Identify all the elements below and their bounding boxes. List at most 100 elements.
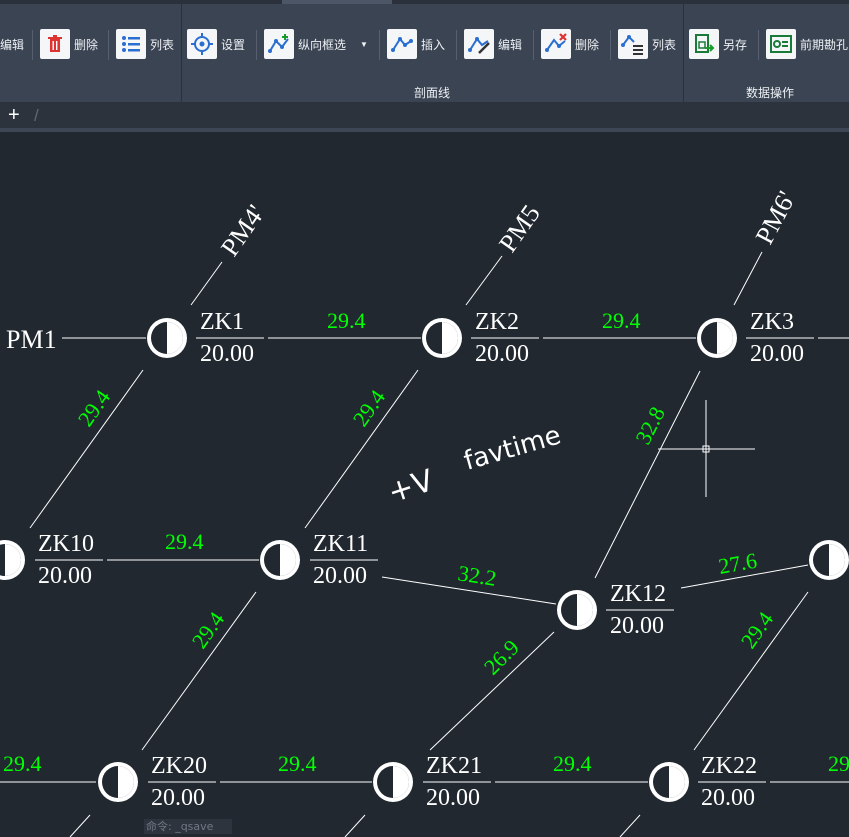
- ribbon-toolbar: 编辑 删除 列表 设置 纵向框选 ▼ 插入 编辑 删除 列表 另存 前期勘孔 剖…: [0, 0, 849, 102]
- dropdown-arrow-icon[interactable]: ▼: [360, 40, 368, 49]
- distance-label: 29.4: [348, 385, 391, 431]
- borehole-symbol-zk12[interactable]: [557, 590, 597, 630]
- borehole-elevation: 20.00: [38, 563, 92, 589]
- borehole-elevation: 20.00: [151, 785, 205, 811]
- edit-button-label: 编辑: [498, 37, 523, 52]
- borehole-symbol-zk11[interactable]: [260, 540, 300, 580]
- borehole-elevation: 20.00: [701, 785, 755, 811]
- toolbar-separator: [456, 30, 457, 60]
- distance-label: 29.4: [3, 751, 42, 776]
- distance-label: 29.4: [553, 751, 592, 776]
- distance-label: 29.4: [602, 308, 641, 333]
- list-button-left-label: 列表: [150, 37, 175, 52]
- borehole-name: ZK20: [151, 753, 207, 779]
- early-borehole-button[interactable]: 前期勘孔: [766, 26, 848, 62]
- borehole-name: ZK22: [701, 753, 757, 779]
- save-as-button[interactable]: 另存: [689, 26, 747, 62]
- target-settings-icon: [187, 29, 217, 59]
- list-button[interactable]: 列表: [618, 26, 676, 62]
- settings-button-label: 设置: [221, 37, 246, 52]
- distance-label: 29.4: [327, 308, 366, 333]
- drawing-canvas[interactable]: ZK1 20.00 ZK2 20.00 ZK3 20.00 ZK10 20.00…: [0, 132, 849, 837]
- borehole-symbol-offscreen[interactable]: [809, 540, 849, 580]
- trash-icon: [40, 29, 70, 59]
- borehole-elevation: 20.00: [200, 341, 254, 367]
- borehole-elevation: 20.00: [750, 341, 804, 367]
- polyline-insert-icon: [387, 29, 417, 59]
- distance-label: 29.4: [73, 385, 116, 431]
- borehole-name: ZK2: [475, 309, 519, 335]
- vertical-select-button[interactable]: 纵向框选 ▼: [264, 26, 368, 62]
- document-tab-bar: + /: [0, 102, 849, 132]
- polyline-edit-icon: [464, 29, 494, 59]
- borehole-symbol-zk10[interactable]: [0, 540, 25, 580]
- borehole-elevation: 20.00: [426, 785, 480, 811]
- polyline-add-icon: [264, 29, 294, 59]
- delete-button-left[interactable]: 删除: [40, 26, 98, 62]
- borehole-card-icon: [766, 29, 796, 59]
- delete-button-label: 删除: [575, 37, 600, 52]
- ribbon-top-strip: [0, 0, 849, 4]
- borehole-symbol-zk21[interactable]: [373, 762, 413, 802]
- insert-button-label: 插入: [421, 37, 446, 52]
- list-button-label: 列表: [652, 37, 677, 52]
- group-separator: [181, 4, 182, 102]
- list-icon: [116, 29, 146, 59]
- borehole-symbol-zk2[interactable]: [422, 318, 462, 358]
- tab-divider: /: [34, 106, 39, 125]
- watermark-symbol: +V: [384, 463, 439, 511]
- borehole-name: ZK1: [200, 309, 244, 335]
- borehole-name: ZK3: [750, 309, 794, 335]
- distance-label: 29.4: [187, 607, 230, 653]
- toolbar-separator: [533, 30, 534, 60]
- polyline-delete-icon: [541, 29, 571, 59]
- borehole-elevation: 20.00: [313, 563, 367, 589]
- list-button-left[interactable]: 列表: [116, 26, 174, 62]
- edit-button-left-label: 编辑: [0, 37, 25, 52]
- borehole-name: ZK21: [426, 753, 482, 779]
- profile-label: PM5: [493, 199, 546, 257]
- delete-button-left-label: 删除: [74, 37, 99, 52]
- borehole-elevation: 20.00: [610, 613, 664, 639]
- toolbar-separator: [610, 30, 611, 60]
- group-separator: [683, 4, 684, 102]
- delete-button[interactable]: 删除: [541, 26, 599, 62]
- settings-button[interactable]: 设置: [187, 26, 245, 62]
- distance-label: 27.6: [717, 548, 759, 579]
- early-borehole-button-label: 前期勘孔: [800, 37, 849, 52]
- insert-button[interactable]: 插入: [387, 26, 445, 62]
- borehole-elevation: 20.00: [475, 341, 529, 367]
- vertical-select-button-label: 纵向框选: [298, 37, 347, 52]
- borehole-symbol-zk1[interactable]: [147, 318, 187, 358]
- edit-button[interactable]: 编辑: [464, 26, 522, 62]
- distance-label: 29.4: [165, 529, 204, 554]
- save-as-button-label: 另存: [723, 37, 748, 52]
- edit-button-left[interactable]: 编辑: [0, 26, 24, 62]
- profile-label: PM6': [750, 186, 802, 248]
- borehole-symbol-zk3[interactable]: [697, 318, 737, 358]
- distance-label: 29.4: [736, 607, 779, 653]
- borehole-name: ZK10: [38, 531, 94, 557]
- add-tab-button[interactable]: +: [8, 105, 20, 125]
- distance-label: 29.4: [828, 751, 849, 776]
- toolbar-separator: [256, 30, 257, 60]
- group-label-section-line: 剖面线: [414, 86, 451, 100]
- command-line-prompt[interactable]: 命令: _qsave: [144, 819, 232, 834]
- distance-label: 26.9: [479, 635, 524, 680]
- active-ribbon-tab-indicator: [282, 0, 392, 4]
- toolbar-separator: [758, 30, 759, 60]
- borehole-name: ZK11: [313, 531, 368, 557]
- borehole-symbol-zk20[interactable]: [98, 762, 138, 802]
- watermark-text: favtime: [461, 421, 565, 477]
- distance-label: 32.2: [456, 560, 498, 591]
- toolbar-separator: [379, 30, 380, 60]
- group-label-data-ops: 数据操作: [746, 86, 795, 100]
- profile-label: PM1: [6, 325, 57, 354]
- distance-label: 29.4: [278, 751, 317, 776]
- polyline-list-icon: [618, 29, 648, 59]
- profile-label: PM4': [215, 200, 270, 262]
- toolbar-separator: [32, 30, 33, 60]
- crosshair-cursor: [658, 400, 755, 497]
- borehole-symbol-zk22[interactable]: [649, 762, 689, 802]
- borehole-name: ZK12: [610, 581, 666, 607]
